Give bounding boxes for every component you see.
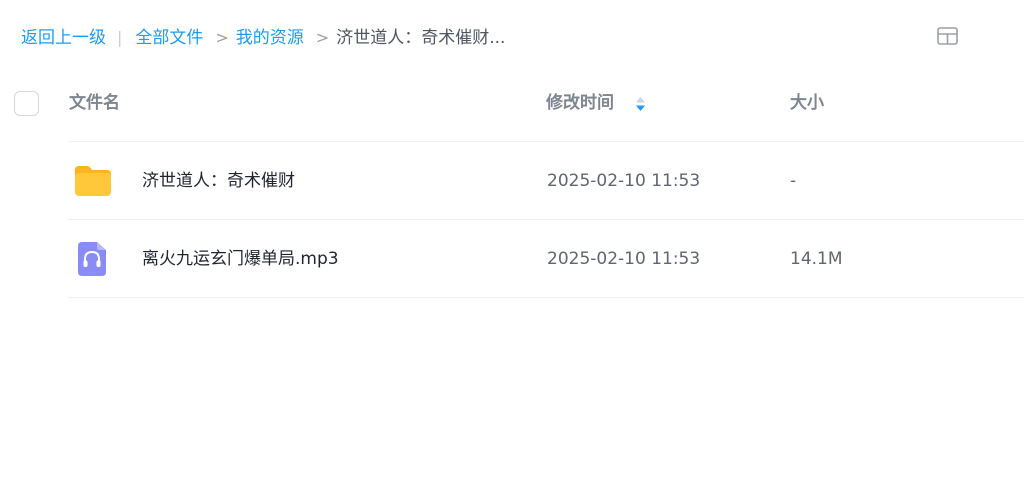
file-name[interactable]: 离火九运玄门爆单局.mp3 [142, 247, 339, 271]
breadcrumb: 返回上一级 | 全部文件 > 我的资源 > 济世道人：奇术催财... [21, 26, 505, 50]
breadcrumb-separator: > [215, 28, 229, 47]
file-browser: 返回上一级 | 全部文件 > 我的资源 > 济世道人：奇术催财... 文件名 修… [0, 0, 1024, 492]
row-divider [68, 297, 1024, 298]
breadcrumb-item-current: 济世道人：奇术催财... [336, 28, 506, 48]
breadcrumb-separator: > [315, 28, 330, 47]
file-size: 14.1M [790, 249, 843, 269]
file-modified: 2025-02-10 11:53 [547, 249, 701, 269]
breadcrumb-item-all-files[interactable]: 全部文件 [135, 26, 203, 50]
sort-icon[interactable] [635, 95, 646, 113]
column-header-modified[interactable]: 修改时间 [546, 92, 614, 114]
file-size: - [790, 171, 797, 191]
select-all-checkbox[interactable] [14, 91, 39, 116]
file-name[interactable]: 济世道人：奇术催财 [142, 169, 295, 193]
breadcrumb-item-my-resources[interactable]: 我的资源 [236, 26, 304, 50]
grid-view-icon[interactable] [937, 27, 958, 45]
folder-icon [75, 166, 111, 196]
breadcrumb-divider: | [117, 28, 123, 47]
column-header-size: 大小 [790, 93, 824, 113]
table-header: 文件名 修改时间 大小 [0, 80, 1024, 126]
back-link[interactable]: 返回上一级 [21, 26, 106, 50]
column-header-name: 文件名 [69, 93, 120, 113]
table-row[interactable]: 离火九运玄门爆单局.mp3 2025-02-10 11:53 14.1M [0, 220, 1024, 297]
file-modified: 2025-02-10 11:53 [547, 171, 701, 191]
table-row[interactable]: 济世道人：奇术催财 2025-02-10 11:53 - [0, 142, 1024, 219]
audio-file-icon [78, 242, 106, 276]
